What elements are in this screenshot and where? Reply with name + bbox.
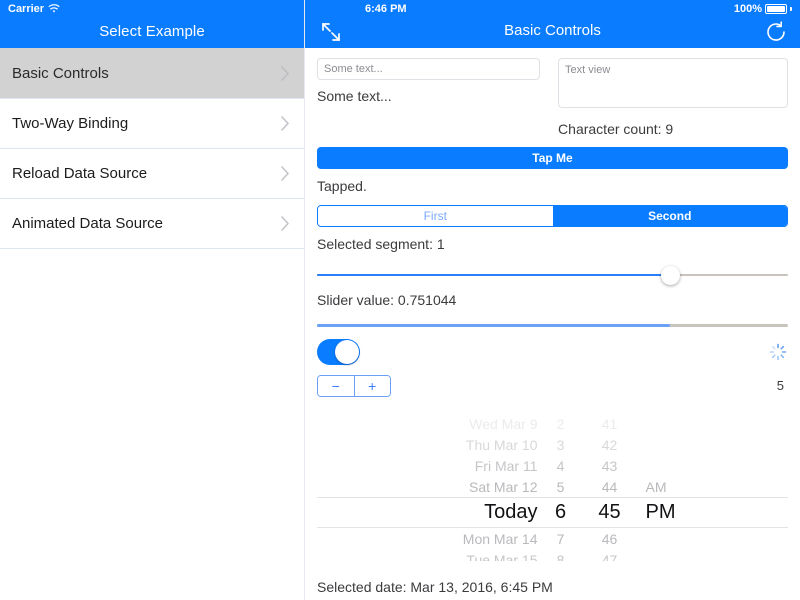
hour-column-value: 6: [554, 501, 567, 523]
hour-column-value: 5: [556, 478, 565, 495]
chevron-right-icon: [281, 166, 290, 181]
hour-column-value: 8: [556, 551, 565, 562]
minute-column-value: 46: [601, 530, 618, 547]
refresh-counterclockwise-icon[interactable]: [764, 20, 788, 44]
chevron-right-icon: [281, 65, 290, 81]
switch-row: [317, 339, 788, 369]
text-view[interactable]: [558, 58, 788, 108]
wifi-icon: [48, 4, 60, 14]
date-column-value: Fri Mar 11: [474, 457, 538, 474]
date-picker-selected-row[interactable]: Today 6 45 PM: [317, 497, 788, 528]
stepper-decrement-button[interactable]: −: [318, 376, 354, 396]
controls-content: Some text... Character count: 9 Tap Me T…: [305, 58, 800, 595]
segmented-control[interactable]: First Second: [317, 205, 788, 227]
sidebar-item-label: Basic Controls: [12, 64, 109, 82]
segment-second[interactable]: Second: [552, 206, 787, 226]
slider-thumb[interactable]: [661, 266, 681, 285]
minute-column-value: 45: [598, 501, 621, 523]
status-battery: 100%: [734, 3, 792, 15]
date-column-value: Mon Mar 14: [462, 530, 538, 547]
minute-column-value: 42: [601, 436, 618, 453]
date-picker-row[interactable]: Tue Mar 15 8 47: [317, 549, 788, 562]
tapped-label: Tapped.: [317, 178, 367, 194]
period-column-value: AM: [645, 478, 667, 495]
detail-status-bar: 6:46 PM 100%: [305, 2, 800, 18]
date-column-value: Sat Mar 12: [469, 478, 538, 495]
slider-fill: [317, 274, 671, 276]
progress-bar-fill: [317, 324, 671, 327]
battery-icon: [765, 4, 787, 14]
activity-spinner-icon: [769, 343, 787, 361]
master-title: Select Example: [99, 23, 205, 40]
detail-pane: 6:46 PM 100% Basic Controls Some text...…: [305, 0, 800, 600]
segment-first[interactable]: First: [318, 206, 553, 226]
hour-column-value: 4: [556, 457, 565, 474]
stepper-value-label: 5: [776, 378, 784, 393]
minute-column-value: 47: [601, 551, 618, 562]
text-field-column: Some text...: [317, 58, 541, 137]
date-picker-row[interactable]: Sat Mar 12 5 44 AM: [317, 476, 788, 497]
stepper-increment-button[interactable]: +: [354, 376, 390, 396]
detail-navigation-bar: 6:46 PM 100% Basic Controls: [305, 0, 800, 48]
date-column-value: Wed Mar 9: [469, 415, 538, 432]
date-column-value: Thu Mar 10: [465, 436, 538, 453]
split-view: Carrier Select Example Basic Controls Tw…: [0, 0, 800, 600]
hour-column-value: 3: [556, 436, 565, 453]
text-field-mirror-label: Some text...: [317, 88, 392, 104]
sidebar-item-label: Two-Way Binding: [12, 115, 129, 132]
date-column-value: Tue Mar 15: [466, 551, 538, 562]
battery-percent-label: 100%: [733, 3, 762, 15]
date-picker-row[interactable]: Fri Mar 11 4 43: [317, 455, 788, 476]
example-list: Basic Controls Two-Way Binding Reload Da…: [0, 48, 304, 249]
sidebar-item-reload-data-source[interactable]: Reload Data Source: [0, 148, 304, 198]
carrier-label: Carrier: [8, 3, 45, 15]
date-picker-row[interactable]: Thu Mar 10 3 42: [317, 434, 788, 455]
selected-segment-label: Selected segment: 1: [317, 236, 445, 252]
minute-column-value: 41: [601, 415, 618, 432]
tap-me-button[interactable]: Tap Me: [317, 147, 788, 169]
selected-date-label: Selected date: Mar 13, 2016, 6:45 PM: [317, 579, 553, 595]
date-picker-row[interactable]: Wed Mar 9 2 41: [317, 413, 788, 434]
hour-column-value: 7: [556, 530, 565, 547]
text-inputs-row: Some text... Character count: 9: [317, 58, 788, 137]
quantity-stepper[interactable]: − +: [317, 375, 391, 397]
detail-title: Basic Controls: [504, 22, 601, 39]
chevron-right-icon: [281, 216, 290, 231]
date-picker[interactable]: Wed Mar 9 2 41 Thu Mar 10 3 42 Fri Mar 11 4 43 Sa…: [317, 413, 788, 561]
period-column-value: PM: [645, 501, 676, 523]
date-column-value: Today: [484, 501, 538, 523]
chevron-right-icon: [281, 116, 290, 131]
sidebar-item-label: Animated Data Source: [12, 215, 163, 232]
sidebar-item-basic-controls[interactable]: Basic Controls: [0, 48, 304, 98]
date-picker-row[interactable]: Mon Mar 14 7 46: [317, 528, 788, 549]
text-view-column: Character count: 9: [558, 58, 788, 137]
character-count-label: Character count: 9: [558, 121, 674, 137]
status-time: 6:46 PM: [365, 3, 407, 15]
search-text-field[interactable]: [317, 58, 541, 80]
master-navigation-bar: Carrier Select Example: [0, 0, 304, 48]
master-pane: Carrier Select Example Basic Controls Tw…: [0, 0, 305, 600]
minute-column-value: 43: [601, 457, 618, 474]
slider[interactable]: [317, 260, 788, 290]
minute-column-value: 44: [601, 478, 618, 495]
stepper-row: − + 5: [317, 375, 788, 401]
toggle-switch[interactable]: [317, 339, 360, 365]
hour-column-value: 2: [556, 415, 565, 432]
sidebar-item-label: Reload Data Source: [12, 165, 148, 182]
sidebar-item-two-way-binding[interactable]: Two-Way Binding: [0, 98, 304, 148]
list-bottom-separator: [0, 248, 304, 249]
sidebar-item-animated-data-source[interactable]: Animated Data Source: [0, 198, 304, 248]
master-status-bar: Carrier: [8, 3, 60, 15]
progress-bar: [317, 324, 788, 327]
slider-value-label: Slider value: 0.751044: [317, 292, 457, 308]
toggle-knob: [335, 340, 359, 364]
